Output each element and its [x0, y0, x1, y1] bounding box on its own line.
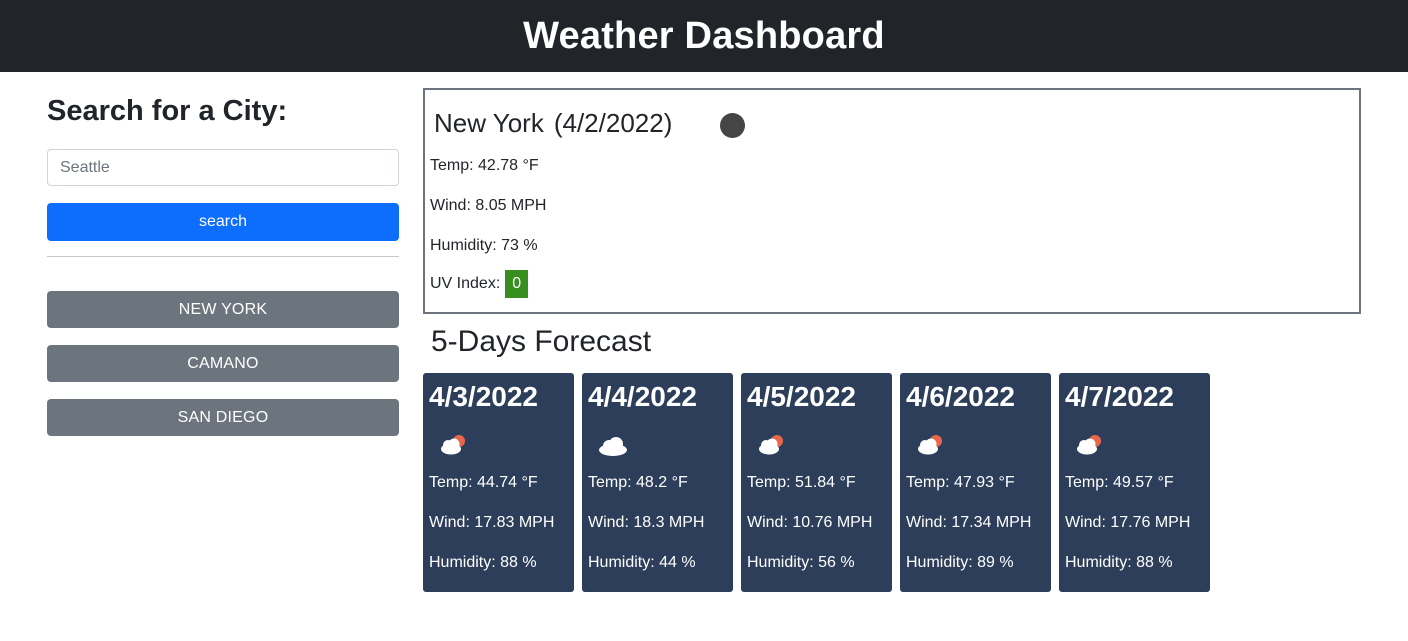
forecast-wind: Wind: 18.3 MPH	[588, 514, 705, 531]
partly-cloudy-icon	[918, 435, 942, 455]
city-search-input[interactable]	[47, 149, 399, 186]
search-sidebar: Search for a City: search NEW YORK CAMAN…	[47, 92, 399, 436]
search-button[interactable]: search	[47, 203, 399, 241]
forecast-temp: Temp: 47.93 °F	[906, 474, 1015, 491]
forecast-date: 4/3/2022	[429, 381, 538, 412]
forecast-wind: Wind: 17.76 MPH	[1065, 514, 1191, 531]
forecast-humidity: Humidity: 88 %	[1065, 554, 1173, 571]
forecast-temp: Temp: 49.57 °F	[1065, 474, 1174, 491]
partly-cloudy-icon	[759, 435, 783, 455]
partly-cloudy-icon	[1077, 435, 1101, 455]
forecast-temp: Temp: 51.84 °F	[747, 474, 856, 491]
forecast-card: 4/5/2022 Temp: 51.84 °F Wind: 10.76 MPH …	[741, 373, 892, 592]
partly-cloudy-icon	[441, 435, 465, 455]
current-weather-title: New York (4/2/2022)	[434, 108, 682, 139]
forecast-date: 4/7/2022	[1065, 381, 1174, 412]
current-weather-panel: New York (4/2/2022) Temp: 42.78 °F Wind: …	[423, 88, 1361, 314]
forecast-card: 4/4/2022 Temp: 48.2 °F Wind: 18.3 MPH Hu…	[582, 373, 733, 592]
history-button-san-diego[interactable]: SAN DIEGO	[47, 399, 399, 436]
search-heading: Search for a City:	[47, 95, 288, 127]
forecast-humidity: Humidity: 89 %	[906, 554, 1014, 571]
page-header: Weather Dashboard	[0, 0, 1408, 72]
forecast-date: 4/4/2022	[588, 381, 697, 412]
current-wind: Wind: 8.05 MPH	[430, 197, 547, 214]
page-title: Weather Dashboard	[523, 14, 885, 57]
forecast-wind: Wind: 17.34 MPH	[906, 514, 1032, 531]
forecast-wind: Wind: 10.76 MPH	[747, 514, 873, 531]
current-temp: Temp: 42.78 °F	[430, 157, 539, 174]
current-city-name: New York	[434, 108, 544, 138]
forecast-temp: Temp: 44.74 °F	[429, 474, 538, 491]
forecast-humidity: Humidity: 44 %	[588, 554, 696, 571]
current-uv-row: UV Index: 0	[430, 270, 529, 298]
cloud-icon	[599, 437, 627, 456]
current-humidity: Humidity: 73 %	[430, 237, 538, 254]
forecast-title: 5-Days Forecast	[431, 325, 652, 358]
forecast-date: 4/5/2022	[747, 381, 856, 412]
sidebar-divider	[47, 256, 399, 257]
forecast-humidity: Humidity: 56 %	[747, 554, 855, 571]
forecast-date: 4/6/2022	[906, 381, 1015, 412]
forecast-wind: Wind: 17.83 MPH	[429, 514, 555, 531]
current-date: (4/2/2022)	[553, 108, 673, 138]
forecast-card: 4/7/2022 Temp: 49.57 °F Wind: 17.76 MPH …	[1059, 373, 1210, 592]
history-button-new-york[interactable]: NEW YORK	[47, 291, 399, 328]
weather-condition-icon	[720, 113, 745, 138]
forecast-temp: Temp: 48.2 °F	[588, 474, 688, 491]
uv-index-badge: 0	[505, 270, 529, 298]
forecast-card: 4/3/2022 Temp: 44.74 °F Wind: 17.83 MPH …	[423, 373, 574, 592]
forecast-humidity: Humidity: 88 %	[429, 554, 537, 571]
forecast-card: 4/6/2022 Temp: 47.93 °F Wind: 17.34 MPH …	[900, 373, 1051, 592]
history-button-camano[interactable]: CAMANO	[47, 345, 399, 382]
uv-index-label: UV Index:	[430, 275, 501, 293]
